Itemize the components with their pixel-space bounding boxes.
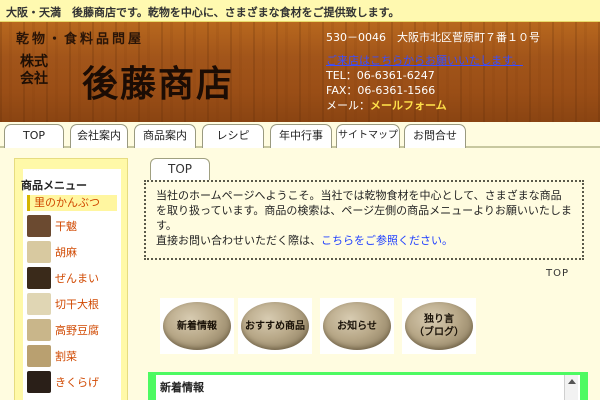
content-section-tab: TOP xyxy=(150,158,210,180)
sidebar-item-label: 割菜 xyxy=(55,350,77,363)
tab-recipe[interactable]: レシピ xyxy=(202,124,264,148)
mail-form-link[interactable]: メールフォーム xyxy=(370,99,447,112)
sidebar-item-label: 干魃 xyxy=(55,220,77,233)
store-guide-link[interactable]: ご来店はこちらからお願いいたします。 xyxy=(326,53,596,68)
pebble-stone-icon: 独り言 （ブログ） xyxy=(405,302,473,350)
blog-pebble-button[interactable]: 独り言 （ブログ） xyxy=(402,298,476,354)
tel-number: TEL：06-6361-6247 xyxy=(326,69,435,82)
brand-logo-text[interactable]: 後藤商店 xyxy=(82,55,234,107)
sidebar-item-hoshi[interactable]: 干魃 xyxy=(27,215,121,237)
welcome-message-box: 当社のホームページへようこそ。当社では乾物食材を中心として、さまざまな商品を取り… xyxy=(144,180,584,260)
sidebar-item-koya-tofu[interactable]: 高野豆腐 xyxy=(27,319,121,341)
company-type-line2: 会社 xyxy=(20,71,48,87)
sidebar-item-kiriboshi[interactable]: 切干大根 xyxy=(27,293,121,315)
warina-thumb-icon xyxy=(27,345,51,367)
sidebar-item-kikurage[interactable]: きくらげ xyxy=(27,371,121,393)
pebble-label: 新着情報 xyxy=(177,320,217,332)
sidebar-item-sato-kanbutsu[interactable]: 里のかんぶつ xyxy=(27,195,117,211)
pebble-label: おすすめ商品 xyxy=(245,320,305,332)
welcome-contact-text: 直接お問い合わせいただく際は、 xyxy=(156,234,321,247)
sidebar-item-warina[interactable]: 割菜 xyxy=(27,345,121,367)
recommended-pebble-button[interactable]: おすすめ商品 xyxy=(238,298,312,354)
notice-pebble-button[interactable]: お知らせ xyxy=(320,298,394,354)
company-type-label: 株式 会社 xyxy=(20,54,54,88)
scroll-up-icon[interactable] xyxy=(568,379,576,384)
tab-annual-events[interactable]: 年中行事 xyxy=(270,124,332,148)
dried-goods-thumb-icon xyxy=(27,215,51,237)
sidebar-item-goma[interactable]: 胡麻 xyxy=(27,241,121,263)
news-pebble-button[interactable]: 新着情報 xyxy=(160,298,234,354)
sidebar-item-label: 胡麻 xyxy=(55,246,77,259)
sidebar-item-label: きくらげ xyxy=(55,376,99,389)
pebble-label: お知らせ xyxy=(337,320,377,332)
kikurage-thumb-icon xyxy=(27,371,51,393)
sidebar-item-label: ぜんまい xyxy=(55,272,99,285)
welcome-text: 当社のホームページへようこそ。当社では乾物食材を中心として、さまざまな商品を取り… xyxy=(156,189,572,232)
mail-label: メール： xyxy=(326,99,370,112)
tab-sitemap[interactable]: サイトマップ xyxy=(336,124,400,148)
sesame-thumb-icon xyxy=(27,241,51,263)
company-type-line1: 株式 xyxy=(20,54,48,70)
news-section: 新着情報 xyxy=(148,372,588,400)
contact-reference-link[interactable]: こちらをご参照ください。 xyxy=(321,234,453,247)
koya-tofu-thumb-icon xyxy=(27,319,51,341)
postal-address: 530－0046 大阪市北区菅原町７番１０号 xyxy=(326,31,540,44)
mail-line: メール：メールフォーム xyxy=(326,98,596,113)
news-scrollbar[interactable] xyxy=(564,375,578,400)
sidebar-item-label: 切干大根 xyxy=(55,298,99,311)
tab-products[interactable]: 商品案内 xyxy=(134,124,196,148)
pebble-stone-icon: お知らせ xyxy=(323,302,391,350)
sidebar-item-label: 高野豆腐 xyxy=(55,324,99,337)
sidebar-title: 商品メニュー xyxy=(21,179,87,192)
pebble-stone-icon: おすすめ商品 xyxy=(241,302,309,350)
product-menu-sidebar: 商品メニュー 里のかんぶつ 干魃 胡麻 ぜんまい 切干大根 高野豆腐 割菜 きく… xyxy=(14,158,128,400)
tab-top[interactable]: TOP xyxy=(4,124,64,148)
zenmai-thumb-icon xyxy=(27,267,51,289)
tab-company[interactable]: 会社案内 xyxy=(70,124,128,148)
tab-contact[interactable]: お問合せ xyxy=(404,124,466,148)
global-nav-tabs: TOP 会社案内 商品案内 レシピ 年中行事 サイトマップ お問合せ xyxy=(0,122,600,148)
site-header: 乾物・食料品問屋 株式 会社 後藤商店 530－0046 大阪市北区菅原町７番１… xyxy=(0,22,600,122)
announcement-text: 大阪・天満 後藤商店です。乾物を中心に、さまざまな食材をご提供致します。 xyxy=(6,6,400,19)
header-contact-info: 530－0046 大阪市北区菅原町７番１０号 ご来店はこちらからお願いいたします… xyxy=(326,30,596,113)
kiriboshi-thumb-icon xyxy=(27,293,51,315)
pebble-label: 独り言 （ブログ） xyxy=(414,314,464,338)
sidebar-item-zenmai[interactable]: ぜんまい xyxy=(27,267,121,289)
top-announcement-bar: 大阪・天満 後藤商店です。乾物を中心に、さまざまな食材をご提供致します。 xyxy=(0,0,600,22)
header-tagline: 乾物・食料品問屋 xyxy=(16,32,145,47)
fax-number: FAX：06-6361-1566 xyxy=(326,84,436,97)
back-to-top-link[interactable]: TOP xyxy=(546,268,569,279)
pebble-stone-icon: 新着情報 xyxy=(163,302,231,350)
news-section-title: 新着情報 xyxy=(156,375,580,400)
